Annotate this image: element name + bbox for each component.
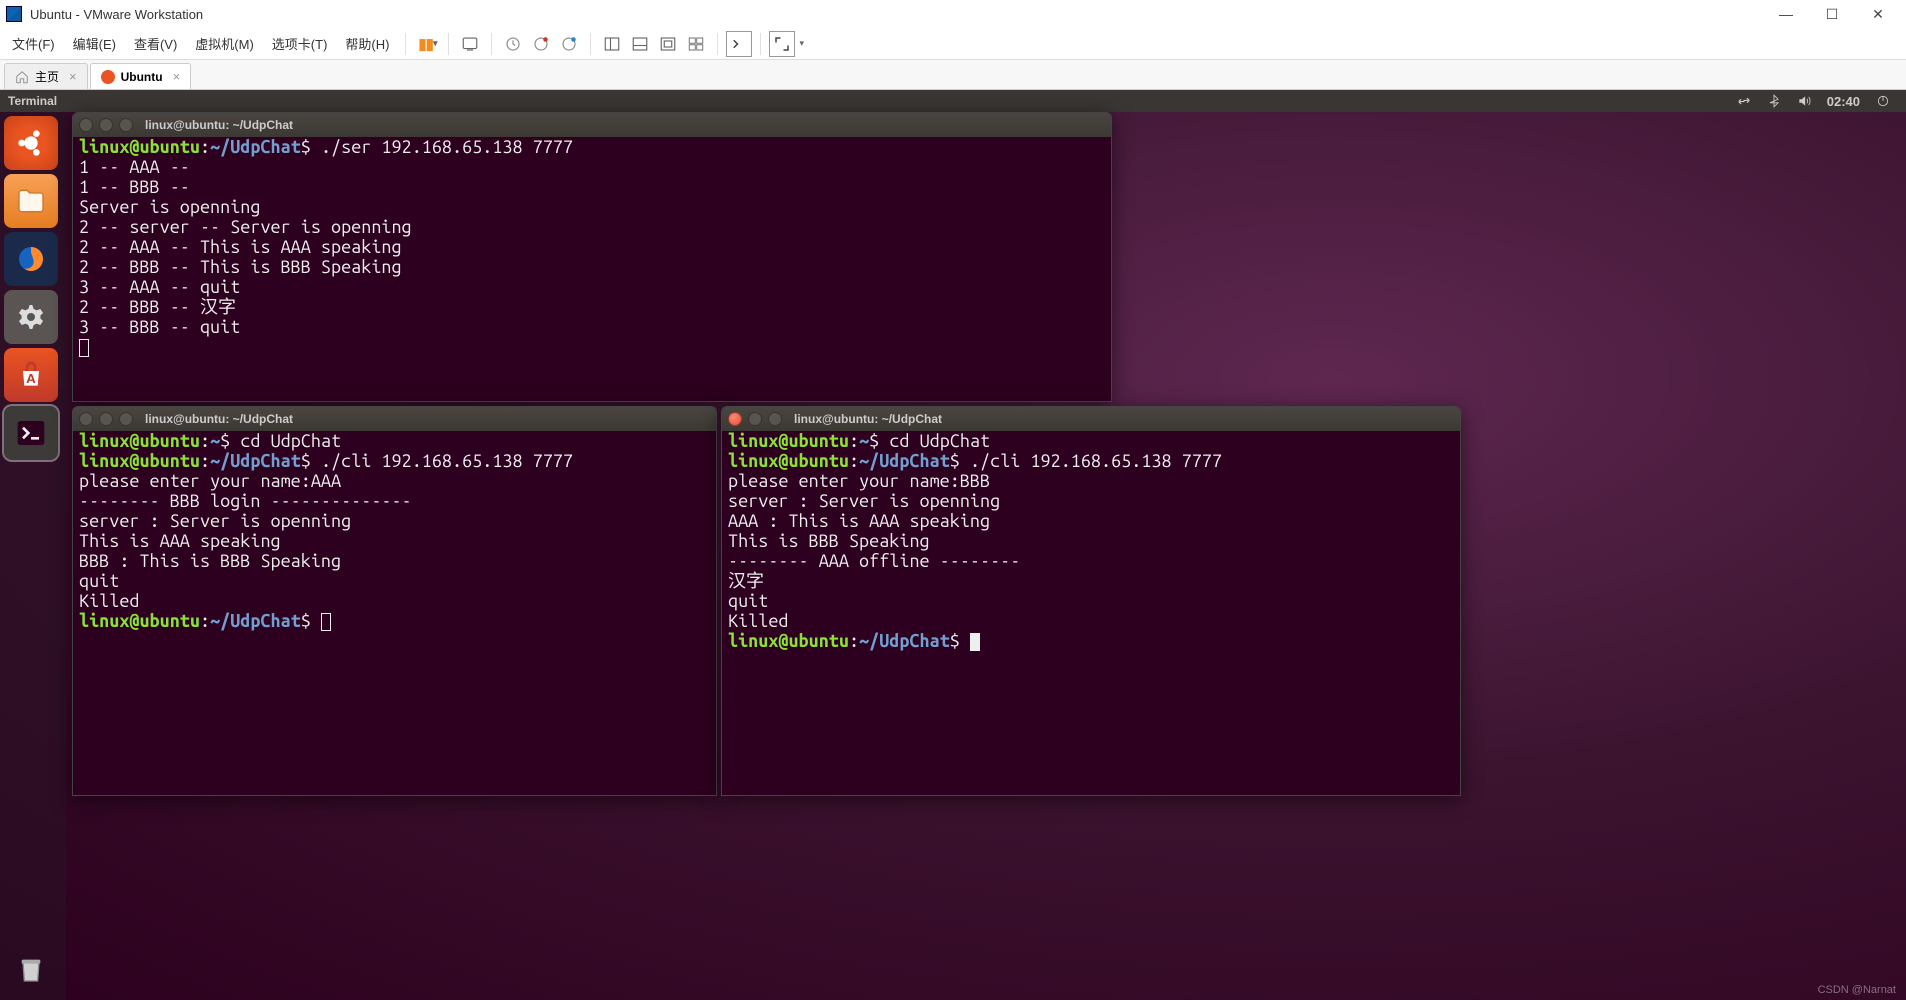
window-max-icon[interactable] xyxy=(768,412,782,426)
unity-icon[interactable] xyxy=(655,31,681,57)
power-icon[interactable] xyxy=(1876,94,1890,108)
ubuntu-top-bar: Terminal 02:40 xyxy=(0,90,1906,112)
close-button[interactable]: ✕ xyxy=(1856,2,1900,26)
tab-home[interactable]: 主页 × xyxy=(4,63,88,89)
terminal-titlebar[interactable]: linux@ubuntu: ~/UdpChat xyxy=(73,407,716,431)
menu-vm[interactable]: 虚拟机(M) xyxy=(187,30,262,57)
window-close-icon[interactable] xyxy=(79,412,93,426)
watermark: CSDN @Narnat xyxy=(1818,984,1896,996)
minimize-button[interactable]: — xyxy=(1764,2,1808,26)
window-max-icon[interactable] xyxy=(119,412,133,426)
menu-help[interactable]: 帮助(H) xyxy=(337,30,397,57)
menu-bar: 文件(F) 编辑(E) 查看(V) 虚拟机(M) 选项卡(T) 帮助(H) ▮▮… xyxy=(0,28,1906,60)
launcher-dash[interactable] xyxy=(4,116,58,170)
close-icon[interactable]: × xyxy=(69,69,77,84)
terminal-title: linux@ubuntu: ~/UdpChat xyxy=(145,412,293,426)
active-app-name: Terminal xyxy=(8,94,1729,108)
window-title: Ubuntu - VMware Workstation xyxy=(30,7,1764,22)
launcher-trash[interactable] xyxy=(4,942,58,996)
terminal-window-client-a[interactable]: linux@ubuntu: ~/UdpChat linux@ubuntu:~$ … xyxy=(72,406,717,796)
terminal-body[interactable]: linux@ubuntu:~$ cd UdpChat linux@ubuntu:… xyxy=(73,431,716,637)
terminal-titlebar[interactable]: linux@ubuntu: ~/UdpChat xyxy=(73,113,1111,137)
split-bottom-icon[interactable] xyxy=(627,31,653,57)
window-min-icon[interactable] xyxy=(99,118,113,132)
terminal-titlebar[interactable]: linux@ubuntu: ~/UdpChat xyxy=(722,407,1460,431)
menu-view[interactable]: 查看(V) xyxy=(126,30,185,57)
maximize-button[interactable]: ☐ xyxy=(1810,2,1854,26)
terminal-window-server[interactable]: linux@ubuntu: ~/UdpChat linux@ubuntu:~/U… xyxy=(72,112,1112,402)
vmware-icon xyxy=(6,6,22,22)
thumbnail-icon[interactable] xyxy=(683,31,709,57)
window-close-icon[interactable] xyxy=(728,412,742,426)
split-left-icon[interactable] xyxy=(599,31,625,57)
ubuntu-icon xyxy=(101,70,115,84)
tab-ubuntu[interactable]: Ubuntu × xyxy=(90,63,192,89)
bluetooth-icon[interactable] xyxy=(1767,94,1781,108)
revert-icon[interactable] xyxy=(556,31,582,57)
terminal-body[interactable]: linux@ubuntu:~$ cd UdpChat linux@ubuntu:… xyxy=(722,431,1460,657)
launcher-settings[interactable] xyxy=(4,290,58,344)
tab-ubuntu-label: Ubuntu xyxy=(121,70,163,84)
unity-launcher: A xyxy=(0,112,66,1000)
launcher-software[interactable]: A xyxy=(4,348,58,402)
ubuntu-desktop: A linux@ubuntu: ~/UdpChat linux@ubuntu:~… xyxy=(0,112,1906,1000)
terminal-title: linux@ubuntu: ~/UdpChat xyxy=(794,412,942,426)
svg-text:A: A xyxy=(26,371,36,386)
window-min-icon[interactable] xyxy=(748,412,762,426)
terminal-title: linux@ubuntu: ~/UdpChat xyxy=(145,118,293,132)
menu-tabs[interactable]: 选项卡(T) xyxy=(264,30,336,57)
snapshot-icon[interactable] xyxy=(500,31,526,57)
tab-home-label: 主页 xyxy=(35,68,59,85)
terminal-body[interactable]: linux@ubuntu:~/UdpChat$ ./ser 192.168.65… xyxy=(73,137,1111,363)
window-min-icon[interactable] xyxy=(99,412,113,426)
workspace: linux@ubuntu: ~/UdpChat linux@ubuntu:~/U… xyxy=(66,112,1906,1000)
vm-tab-strip: 主页 × Ubuntu × xyxy=(0,60,1906,90)
menu-edit[interactable]: 编辑(E) xyxy=(65,30,124,57)
cursor xyxy=(970,633,980,651)
console-icon[interactable] xyxy=(726,31,752,57)
window-max-icon[interactable] xyxy=(119,118,133,132)
snapshot-manager-icon[interactable] xyxy=(528,31,554,57)
cursor xyxy=(321,613,331,631)
clock[interactable]: 02:40 xyxy=(1827,94,1860,109)
launcher-terminal[interactable] xyxy=(4,406,58,460)
cursor xyxy=(79,339,89,357)
window-titlebar: Ubuntu - VMware Workstation — ☐ ✕ xyxy=(0,0,1906,28)
home-icon xyxy=(15,70,29,84)
close-icon[interactable]: × xyxy=(173,69,181,84)
send-ctrl-alt-del-icon[interactable] xyxy=(457,31,483,57)
menu-file[interactable]: 文件(F) xyxy=(4,30,63,57)
launcher-firefox[interactable] xyxy=(4,232,58,286)
pause-button[interactable]: ▮▮ ▾ xyxy=(414,31,440,57)
launcher-files[interactable] xyxy=(4,174,58,228)
fullscreen-icon[interactable] xyxy=(769,31,795,57)
volume-icon[interactable] xyxy=(1797,94,1811,108)
terminal-window-client-b[interactable]: linux@ubuntu: ~/UdpChat linux@ubuntu:~$ … xyxy=(721,406,1461,796)
window-close-icon[interactable] xyxy=(79,118,93,132)
network-icon[interactable] xyxy=(1737,94,1751,108)
